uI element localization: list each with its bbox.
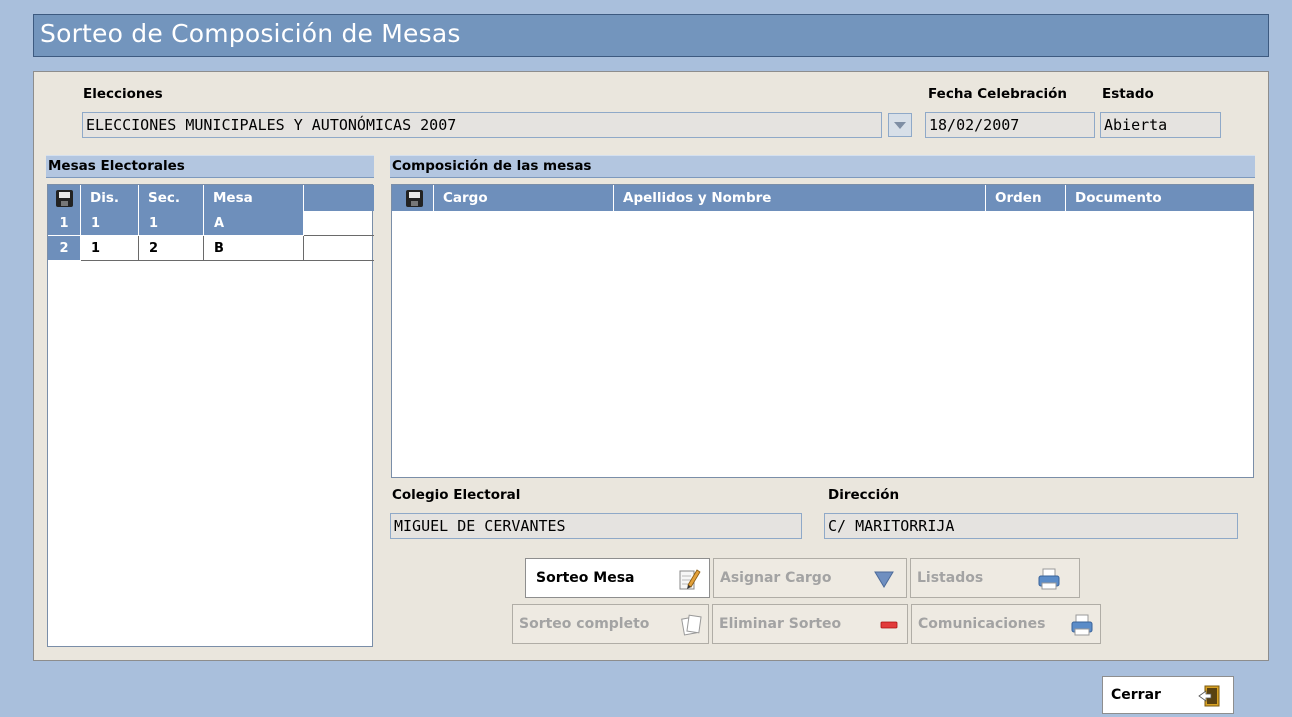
table-cell-empty[interactable] — [304, 236, 374, 261]
composicion-grid: Cargo Apellidos y Nombre Orden Documento — [391, 184, 1254, 478]
asignar-cargo-label: Asignar Cargo — [720, 570, 832, 586]
estado-label: Estado — [1102, 86, 1154, 102]
table-cell-dis[interactable]: 1 — [81, 236, 139, 261]
mesas-section-header: Mesas Electorales — [46, 155, 374, 178]
sorteo-completo-button[interactable]: Sorteo completo — [512, 604, 709, 644]
table-cell-mesa[interactable]: A — [204, 211, 304, 236]
listados-button[interactable]: Listados — [910, 558, 1080, 598]
asignar-cargo-button[interactable]: Asignar Cargo — [713, 558, 907, 598]
sorteo-mesa-button[interactable]: Sorteo Mesa — [525, 558, 710, 598]
column-header-cargo[interactable]: Cargo — [434, 185, 614, 211]
pages-icon — [681, 614, 702, 636]
direccion-field[interactable]: C/ MARITORRIJA — [824, 513, 1238, 539]
exit-door-icon — [1198, 685, 1220, 707]
red-minus-icon — [880, 621, 898, 629]
row-number[interactable]: 2 — [48, 236, 81, 261]
down-triangle-icon — [874, 571, 894, 588]
elecciones-select[interactable]: ELECCIONES MUNICIPALES Y AUTONÓMICAS 200… — [82, 112, 882, 138]
sorteo-completo-label: Sorteo completo — [519, 616, 650, 632]
comunicaciones-button[interactable]: Comunicaciones — [911, 604, 1101, 644]
column-header-dis[interactable]: Dis. — [81, 185, 139, 211]
table-cell-dis[interactable]: 1 — [81, 211, 139, 236]
grid-header-save[interactable] — [392, 185, 434, 211]
table-cell-sec[interactable]: 2 — [139, 236, 204, 261]
colegio-label: Colegio Electoral — [392, 487, 521, 503]
comunicaciones-label: Comunicaciones — [918, 616, 1046, 632]
grid-header-save[interactable] — [48, 185, 81, 211]
mesas-grid: Dis. Sec. Mesa 1 1 1 A 2 1 2 B — [47, 184, 374, 647]
column-header-apellidos[interactable]: Apellidos y Nombre — [614, 185, 986, 211]
printer-icon — [1038, 568, 1060, 590]
pencil-notepad-icon — [679, 569, 701, 590]
fecha-field[interactable]: 18/02/2007 — [925, 112, 1095, 138]
eliminar-sorteo-label: Eliminar Sorteo — [719, 616, 842, 632]
window-title: Sorteo de Composición de Mesas — [40, 19, 461, 48]
elecciones-label: Elecciones — [83, 86, 163, 102]
row-number[interactable]: 1 — [48, 211, 81, 236]
column-header-mesa[interactable]: Mesa — [204, 185, 304, 211]
floppy-disk-icon[interactable] — [56, 190, 73, 207]
table-cell-empty[interactable] — [304, 211, 374, 236]
printer-icon — [1071, 614, 1093, 636]
composicion-section-header: Composición de las mesas — [390, 155, 1255, 178]
table-cell-mesa[interactable]: B — [204, 236, 304, 261]
cerrar-label: Cerrar — [1111, 687, 1161, 703]
colegio-field[interactable]: MIGUEL DE CERVANTES — [390, 513, 802, 539]
floppy-disk-icon[interactable] — [406, 190, 423, 207]
title-bar: Sorteo de Composición de Mesas — [33, 14, 1269, 57]
cerrar-button[interactable]: Cerrar — [1102, 676, 1234, 714]
direccion-label: Dirección — [828, 487, 900, 503]
sorteo-mesa-label: Sorteo Mesa — [536, 570, 635, 586]
eliminar-sorteo-button[interactable]: Eliminar Sorteo — [712, 604, 908, 644]
column-header-sec[interactable]: Sec. — [139, 185, 204, 211]
estado-field[interactable]: Abierta — [1100, 112, 1221, 138]
column-header-orden[interactable]: Orden — [986, 185, 1066, 211]
column-header-empty — [304, 185, 374, 211]
column-header-documento[interactable]: Documento — [1066, 185, 1253, 211]
listados-label: Listados — [917, 570, 984, 586]
chevron-down-icon[interactable] — [888, 113, 912, 137]
fecha-label: Fecha Celebración — [928, 86, 1068, 102]
table-cell-sec[interactable]: 1 — [139, 211, 204, 236]
